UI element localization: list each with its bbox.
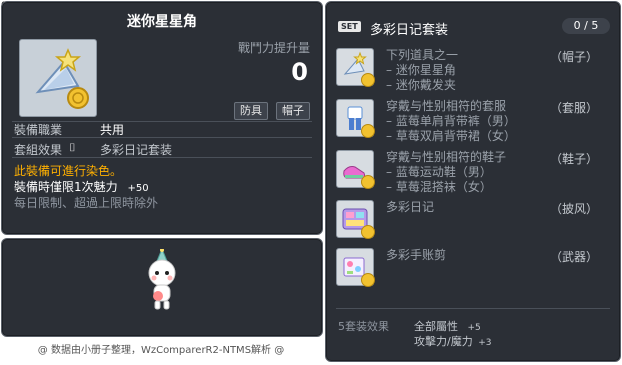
power-label: 戰鬥力提升量: [237, 41, 310, 55]
lock-icon: ⌷: [69, 141, 76, 154]
set-item-line: 下列道具之一: [386, 48, 459, 62]
character-preview: [1, 238, 323, 337]
set-count: 0 / 5: [562, 18, 610, 34]
daily-limit-text: 每日限制、超過上限時除外: [14, 196, 159, 210]
set-item-slot: （武器）: [549, 250, 598, 264]
limit-label: 裝備時僅限1次魅力: [14, 180, 118, 194]
credit-text: @ 数据由小册子整理，WzComparerR2-NTMS解析 @: [37, 345, 285, 356]
set-item-line: – 草莓双肩背带裙（女）: [386, 129, 516, 143]
stat-value: +3: [478, 338, 492, 348]
job-label: 裝備職業: [14, 123, 63, 137]
set-effect-stat: 攻擊力/魔力 +3: [414, 333, 492, 349]
stat-label: 攻擊力/魔力: [414, 335, 473, 348]
divider: [336, 308, 610, 309]
item-tooltip: 迷你星星角 戰鬥力提升量 0 防具 帽子 裝備職業 共用 套組效果 ⌷ 多彩日记…: [1, 1, 323, 235]
set-item-line: 多彩日记: [386, 200, 435, 214]
set-effect-stat: 全部屬性 +5: [414, 318, 481, 334]
dye-text: 此裝備可進行染色。: [14, 164, 123, 178]
set-item-slot: （鞋子）: [549, 152, 598, 166]
item-icon: [19, 39, 97, 117]
set-panel: SET 多彩日记套装 0 / 5 下列道具之一 – 迷你星星角 – 迷你戴发夹 …: [325, 1, 621, 362]
set-item-line: 穿戴与性别相符的鞋子: [386, 150, 507, 164]
set-effect-label: 5套装效果: [338, 320, 389, 333]
job-value: 共用: [100, 123, 125, 137]
set-item-line: – 迷你星星角: [386, 63, 456, 77]
shoes-icon: [336, 150, 375, 189]
set-item-line: – 蓝莓单肩背带裤（男）: [386, 114, 516, 128]
star-horn-icon: [336, 48, 375, 87]
set-item-line: – 蓝莓运动鞋（男）: [386, 165, 492, 179]
tag-armor: 防具: [234, 102, 268, 120]
weapon-icon: [336, 248, 375, 287]
set-item-slot: （套服）: [549, 101, 598, 115]
set-item-line: – 迷你戴发夹: [386, 78, 456, 92]
set-title: 多彩日记套装: [370, 23, 449, 38]
divider: [12, 137, 312, 138]
set-item-line: 穿戴与性别相符的套服: [386, 99, 507, 113]
set-item-line: 多彩手账剪: [386, 248, 447, 262]
item-title: 迷你星星角: [127, 14, 197, 30]
limit-text: 裝備時僅限1次魅力 +50: [14, 178, 149, 195]
set-label: 套組效果: [14, 143, 63, 157]
star-horn-icon: [35, 48, 89, 109]
limit-value: +50: [127, 183, 149, 194]
set-item-slot: （帽子）: [549, 50, 598, 64]
tag-hat: 帽子: [276, 102, 310, 120]
set-item-slot: （披风）: [549, 202, 598, 216]
cape-icon: [336, 200, 375, 239]
divider: [12, 157, 312, 158]
set-item-line: – 草莓混搭袜（女）: [386, 180, 492, 194]
stat-value: +5: [467, 323, 481, 333]
set-badge: SET: [338, 21, 361, 32]
character-icon: [148, 249, 176, 310]
set-value: 多彩日记套装: [100, 143, 173, 157]
overall-icon: [336, 99, 375, 138]
power-value: 0: [291, 58, 308, 86]
stat-label: 全部屬性: [414, 320, 458, 333]
